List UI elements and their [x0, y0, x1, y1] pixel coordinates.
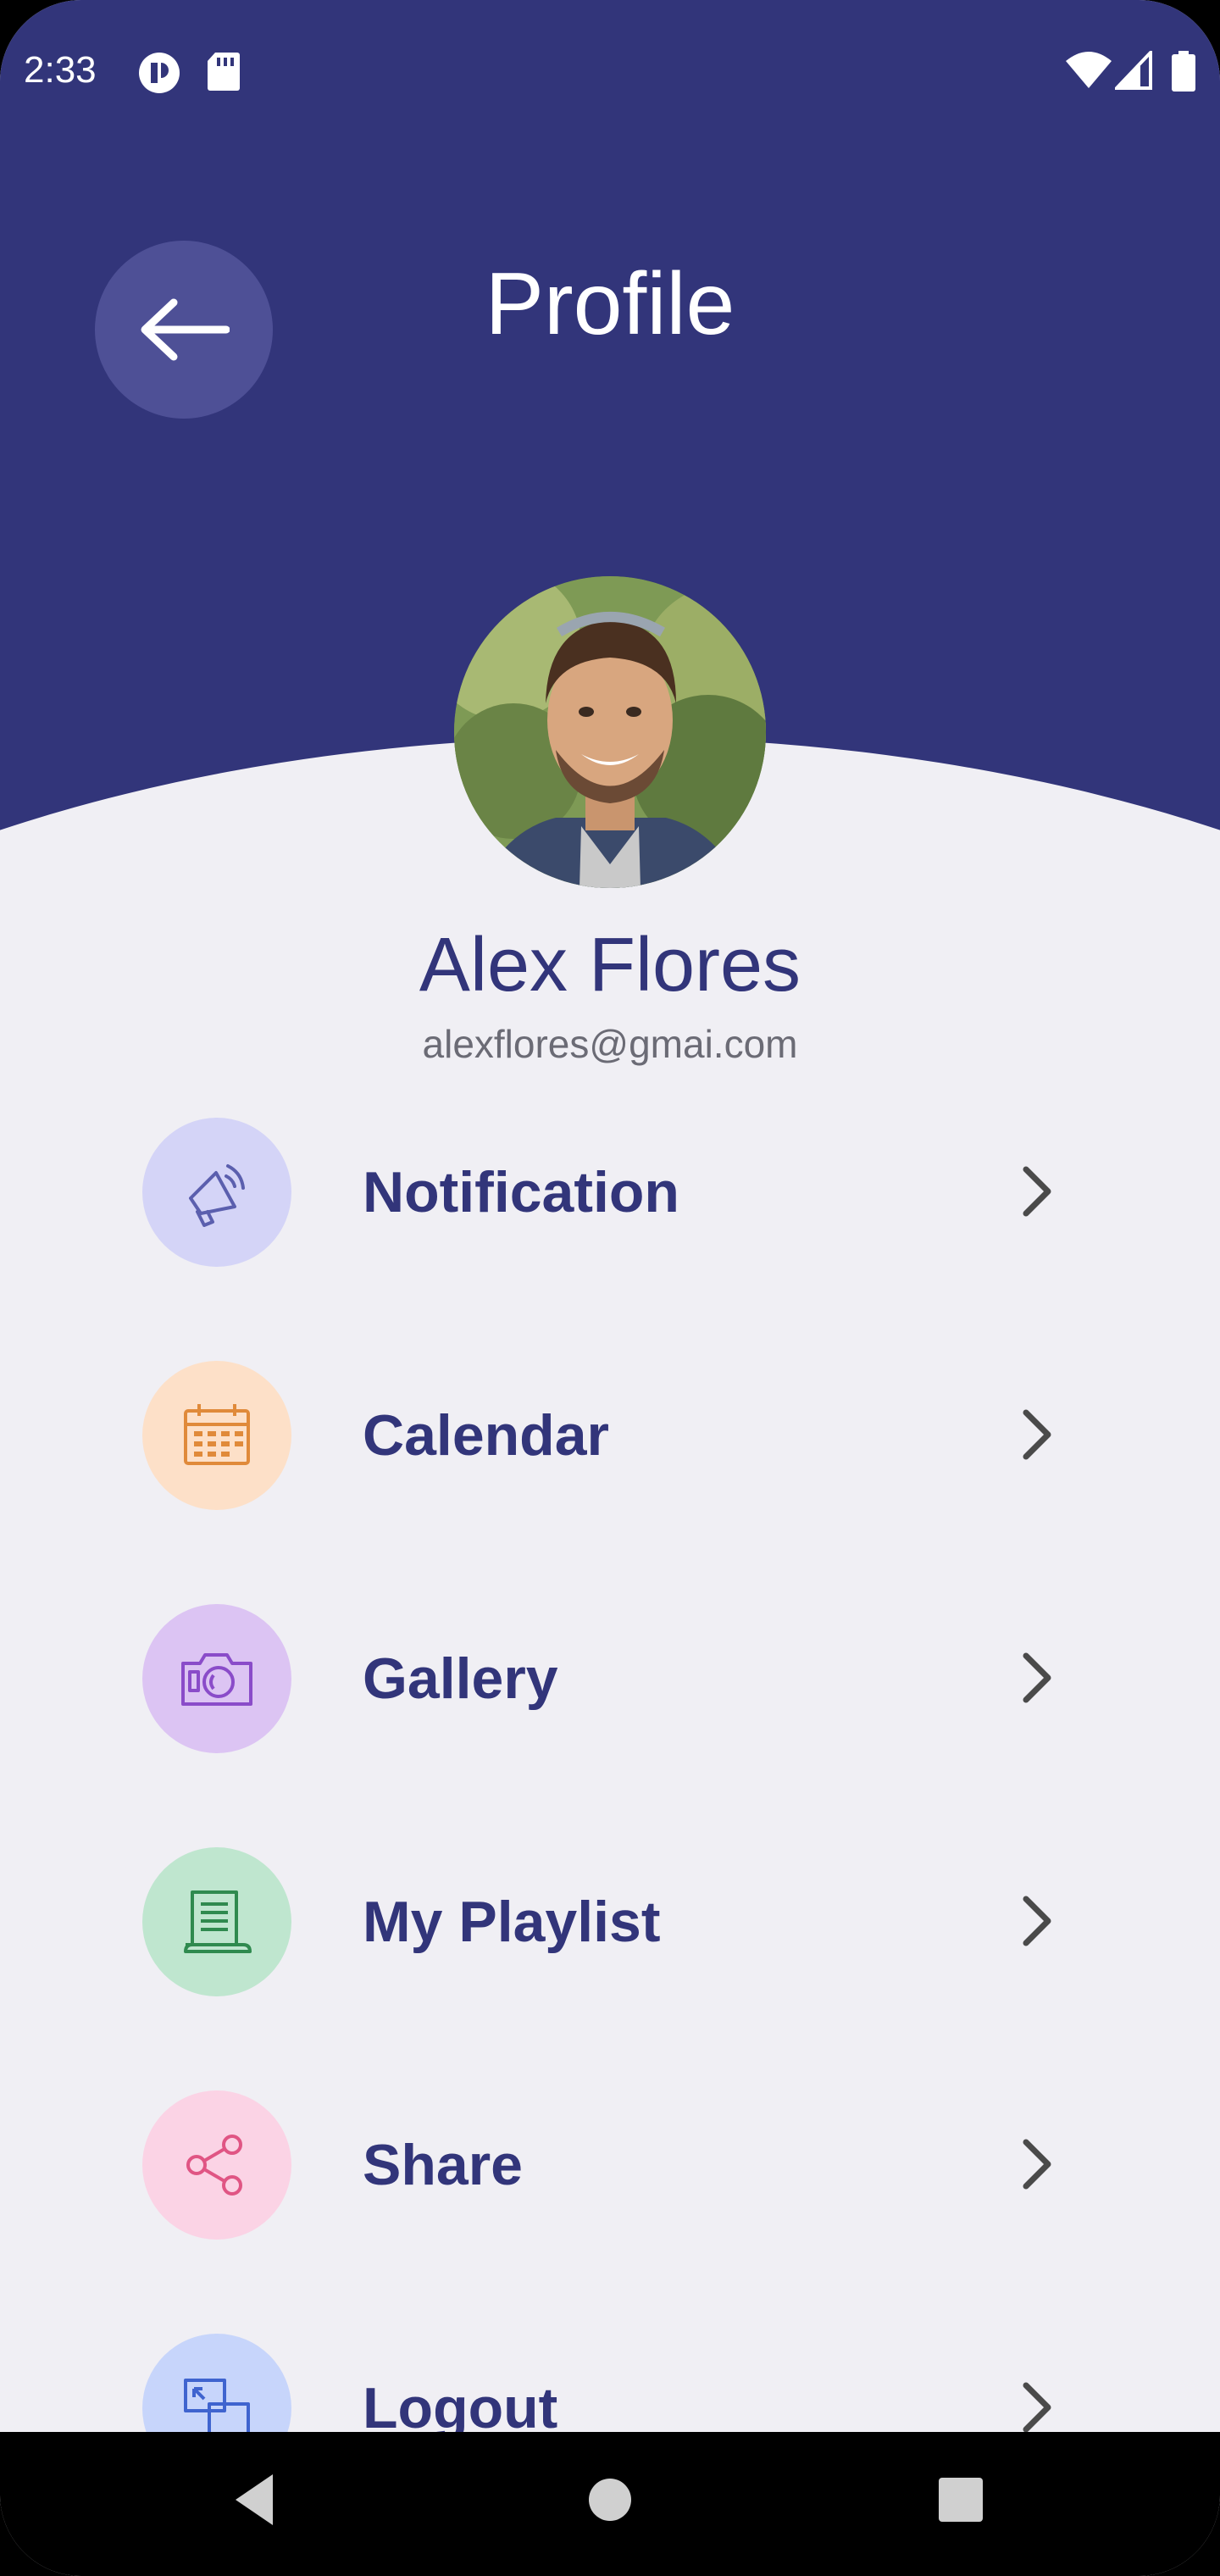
menu-item-label: Share: [363, 2133, 523, 2197]
profile-photo: [454, 576, 766, 888]
menu-item-my-playlist[interactable]: My Playlist: [0, 1845, 1220, 1997]
menu-item-label: Gallery: [363, 1646, 558, 1711]
menu-icon-container: [142, 2090, 291, 2240]
menu-icon-container: [142, 2334, 291, 2432]
menu-item-label: Calendar: [363, 1403, 609, 1468]
chevron-right-icon: [1023, 2382, 1051, 2432]
menu-item-label: Notification: [363, 1160, 679, 1224]
menu-item-label: My Playlist: [363, 1890, 661, 1954]
menu-item-gallery[interactable]: Gallery: [0, 1602, 1220, 1754]
share-icon: [186, 2135, 242, 2196]
menu-icon-container: [142, 1847, 291, 1996]
nav-recents-icon[interactable]: [935, 2466, 986, 2534]
logout-icon: [184, 2379, 250, 2432]
cellular-signal-icon: [1115, 51, 1152, 90]
vpn-icon: [139, 53, 180, 93]
page-title: Profile: [485, 255, 735, 353]
user-name: Alex Flores: [419, 923, 801, 1008]
menu-item-label: Logout: [363, 2376, 558, 2432]
nav-back-icon[interactable]: [229, 2466, 280, 2534]
camera-icon: [181, 1653, 252, 1706]
menu-icon-container: [142, 1604, 291, 1753]
megaphone-icon: [189, 1164, 245, 1227]
chevron-right-icon: [1023, 1896, 1051, 1946]
wifi-icon: [1066, 52, 1112, 88]
menu-item-share[interactable]: Share: [0, 2088, 1220, 2240]
nav-home-icon[interactable]: [586, 2466, 634, 2534]
chevron-right-icon: [1023, 1409, 1051, 1460]
status-time: 2:33: [24, 49, 97, 91]
playlist-icon: [184, 1890, 252, 1953]
battery-icon: [1172, 51, 1195, 92]
menu-item-notification[interactable]: Notification: [0, 1115, 1220, 1268]
menu-item-logout[interactable]: Logout: [0, 2331, 1220, 2432]
menu-icon-container: [142, 1118, 291, 1267]
menu-icon-container: [142, 1361, 291, 1510]
calendar-icon: [184, 1404, 250, 1465]
user-email: alexflores@gmai.com: [422, 1022, 798, 1066]
avatar[interactable]: [454, 576, 766, 888]
profile-menu: Notification Calendar Gallery My Playlis…: [0, 1115, 1220, 2432]
system-navigation-bar: [0, 2432, 1220, 2576]
chevron-right-icon: [1023, 2139, 1051, 2190]
status-bar: 2:33: [0, 0, 1220, 144]
menu-item-calendar[interactable]: Calendar: [0, 1358, 1220, 1511]
phone-screen: 2:33 Profile Alex Flores alexflores@gmai…: [0, 0, 1220, 2576]
chevron-right-icon: [1023, 1652, 1051, 1703]
sd-card-icon: [208, 53, 240, 91]
chevron-right-icon: [1023, 1166, 1051, 1217]
